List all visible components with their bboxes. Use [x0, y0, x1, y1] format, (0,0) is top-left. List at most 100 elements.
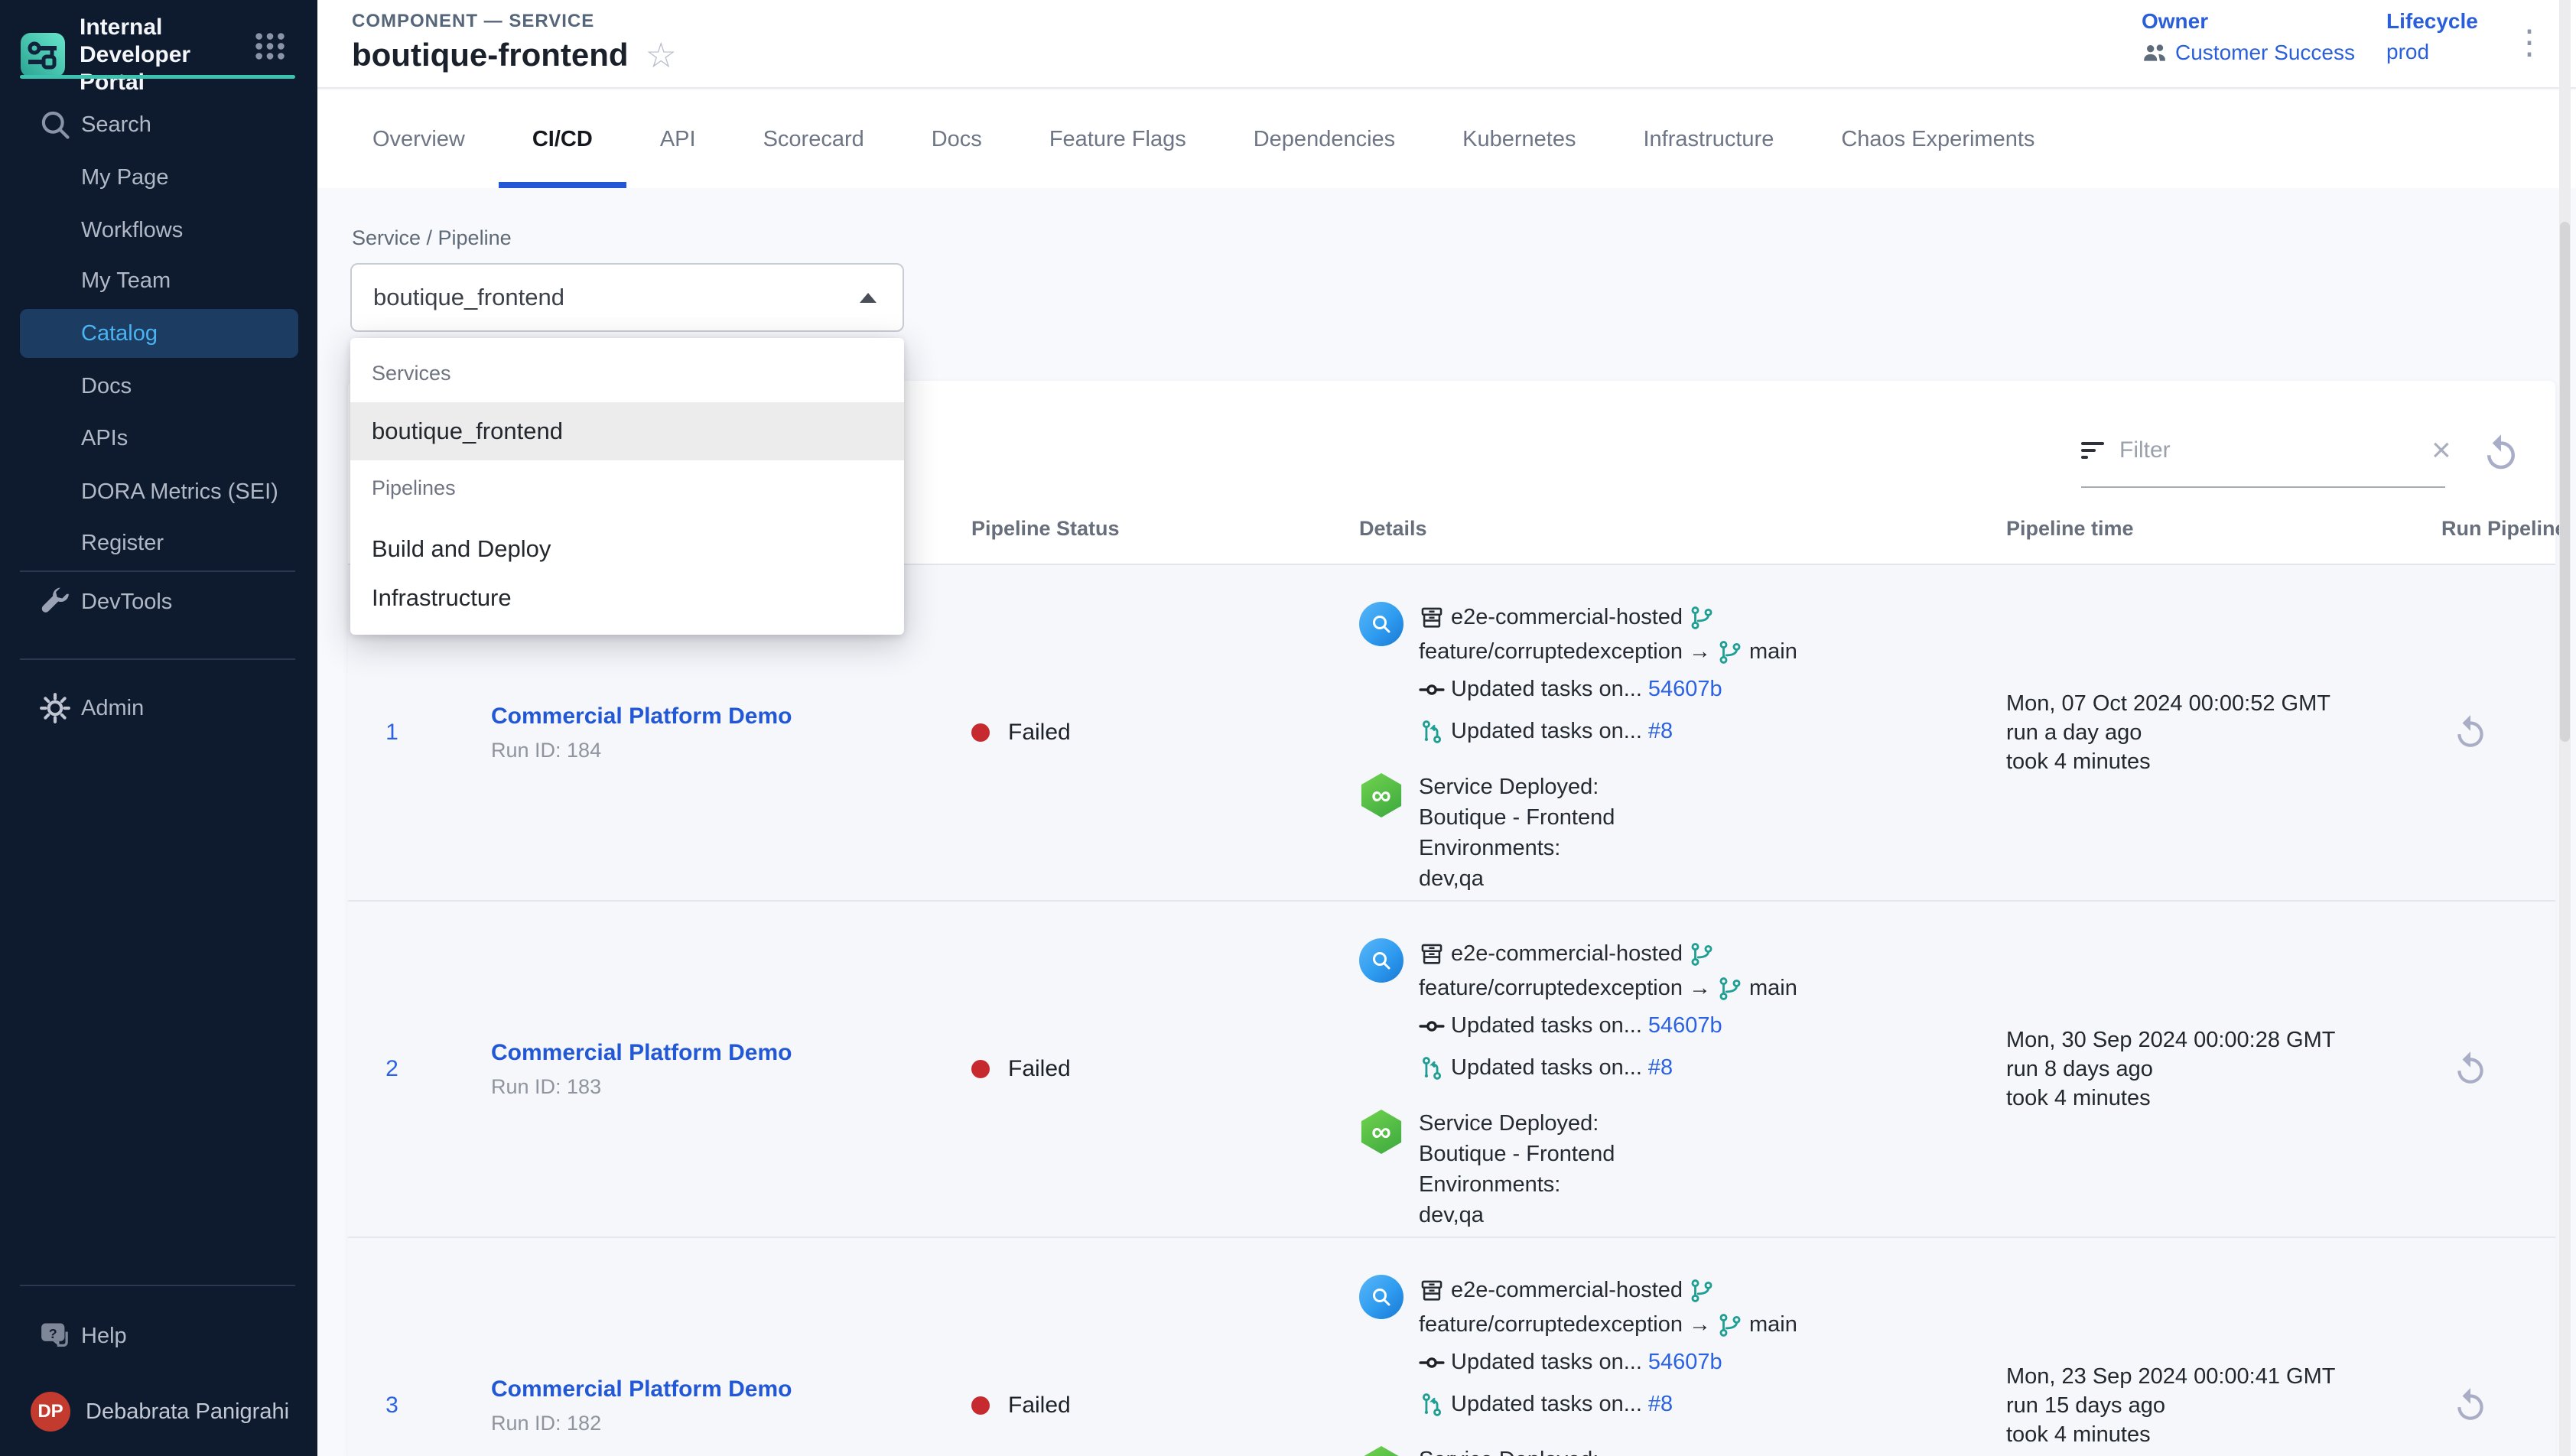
- clear-filter-icon[interactable]: ×: [2427, 435, 2456, 466]
- tab-api[interactable]: API: [626, 90, 730, 188]
- environments-value: dev,qa: [1419, 1200, 1615, 1230]
- ci-stage: e2e-commercial-hosted feature/corruptede…: [1359, 1273, 1935, 1422]
- tab-kubernetes[interactable]: Kubernetes: [1429, 90, 1609, 188]
- dropdown-option-infrastructure[interactable]: Infrastructure: [350, 583, 904, 613]
- cd-stage-icon: ∞: [1359, 1110, 1403, 1154]
- people-icon: [2142, 40, 2168, 66]
- rerun-pipeline-icon[interactable]: [2451, 713, 2490, 752]
- sidebar-item-apis[interactable]: APIs: [0, 412, 317, 464]
- app-logo-icon: [20, 32, 66, 78]
- commit-line: Updated tasks on... 54607b: [1419, 672, 1797, 707]
- environments-value: dev,qa: [1419, 863, 1615, 894]
- service-pipeline-select[interactable]: boutique_frontend: [350, 263, 904, 332]
- user-avatar[interactable]: DP: [31, 1392, 70, 1432]
- pipeline-name-link[interactable]: Commercial Platform Demo: [491, 1376, 906, 1402]
- commit-hash-link[interactable]: 54607b: [1648, 672, 1722, 707]
- pr-number-link[interactable]: #8: [1648, 1387, 1673, 1422]
- ci-stage-icon: [1359, 602, 1403, 646]
- git-branch-icon: [1689, 605, 1715, 631]
- pr-number-link[interactable]: #8: [1648, 714, 1673, 749]
- repo-line: e2e-commercial-hosted: [1419, 1273, 1797, 1308]
- favorite-star-icon[interactable]: ☆: [646, 37, 677, 73]
- filter-field[interactable]: ×: [2081, 414, 2445, 488]
- sidebar-item-workflows[interactable]: Workflows: [0, 204, 317, 256]
- failed-status-dot: [971, 723, 990, 742]
- vertical-scrollbar[interactable]: [2559, 0, 2571, 1456]
- repo-icon: [1419, 605, 1445, 631]
- cd-stage-icon: ∞: [1359, 773, 1403, 817]
- sidebar-item-docs[interactable]: Docs: [0, 360, 317, 412]
- cd-stage: ∞ Service Deployed: Boutique - Frontend …: [1359, 1445, 1935, 1456]
- cd-stage: ∞ Service Deployed: Boutique - Frontend …: [1359, 772, 1935, 894]
- tab-feature-flags[interactable]: Feature Flags: [1016, 90, 1220, 188]
- column-pipeline-status: Pipeline Status: [906, 493, 1289, 564]
- rerun-pipeline-icon[interactable]: [2451, 1386, 2490, 1425]
- tab-scorecard[interactable]: Scorecard: [730, 90, 898, 188]
- time-ago: run 8 days ago: [2006, 1055, 2379, 1084]
- sidebar-item-devtools[interactable]: DevTools: [0, 576, 317, 628]
- page-title: boutique-frontend: [352, 37, 629, 73]
- sidebar-divider: [20, 658, 295, 660]
- time-date: Mon, 07 Oct 2024 00:00:52 GMT: [2006, 689, 2379, 718]
- scrollbar-thumb[interactable]: [2560, 222, 2570, 742]
- sidebar-item-my-page[interactable]: My Page: [0, 151, 317, 203]
- ci-stage-icon: [1359, 938, 1403, 983]
- status-label: Failed: [1008, 720, 1071, 746]
- pipeline-name-link[interactable]: Commercial Platform Demo: [491, 704, 906, 730]
- tab-overview[interactable]: Overview: [339, 90, 499, 188]
- filter-input[interactable]: [2119, 437, 2415, 463]
- sidebar-item-label: Search: [81, 112, 151, 137]
- deploy-service: Boutique - Frontend: [1419, 802, 1615, 833]
- cicd-content: Service / Pipeline boutique_frontend × P…: [317, 188, 2576, 1456]
- deploy-title: Service Deployed:: [1419, 1445, 1615, 1456]
- dropdown-option-build-and-deploy[interactable]: Build and Deploy: [350, 534, 904, 564]
- tab-docs[interactable]: Docs: [898, 90, 1016, 188]
- commit-line: Updated tasks on... 54607b: [1419, 1345, 1797, 1380]
- run-id: Run ID: 183: [491, 1075, 906, 1099]
- repo-icon: [1419, 941, 1445, 967]
- service-pipeline-label: Service / Pipeline: [352, 226, 512, 250]
- deploy-title: Service Deployed:: [1419, 772, 1615, 802]
- tab-infrastructure[interactable]: Infrastructure: [1609, 90, 1807, 188]
- git-branch-icon: [1689, 1278, 1715, 1304]
- git-branch-icon: [1689, 941, 1715, 967]
- branch-line: feature/corruptedexception → main: [1419, 635, 1797, 669]
- rerun-pipeline-icon[interactable]: [2451, 1050, 2490, 1088]
- more-options-icon[interactable]: ⋮: [2511, 20, 2548, 69]
- pr-number-link[interactable]: #8: [1648, 1051, 1673, 1085]
- ci-stage-icon: [1359, 1275, 1403, 1319]
- commit-hash-link[interactable]: 54607b: [1648, 1009, 1722, 1043]
- sidebar-item-help[interactable]: ? Help: [0, 1310, 317, 1362]
- sidebar-item-register[interactable]: Register: [0, 517, 317, 569]
- sidebar-item-dora-metrics[interactable]: DORA Metrics (SEI): [0, 466, 317, 518]
- git-branch-icon: [1717, 976, 1743, 1002]
- tab-cicd[interactable]: CI/CD: [499, 90, 626, 188]
- sidebar-item-search[interactable]: Search: [0, 99, 317, 151]
- failed-status-dot: [971, 1396, 990, 1415]
- time-date: Mon, 30 Sep 2024 00:00:28 GMT: [2006, 1025, 2379, 1055]
- sidebar-item-my-team[interactable]: My Team: [0, 255, 317, 307]
- time-ago: run a day ago: [2006, 718, 2379, 747]
- refresh-icon[interactable]: [2480, 433, 2522, 474]
- time-took: took 4 minutes: [2006, 747, 2379, 776]
- time-took: took 4 minutes: [2006, 1420, 2379, 1449]
- commit-hash-link[interactable]: 54607b: [1648, 1345, 1722, 1380]
- tab-chaos-experiments[interactable]: Chaos Experiments: [1807, 90, 2068, 188]
- tab-dependencies[interactable]: Dependencies: [1220, 90, 1429, 188]
- app-switcher-icon[interactable]: [252, 28, 288, 63]
- pipeline-time-cell: Mon, 23 Sep 2024 00:00:41 GMT run 15 day…: [1935, 1238, 2379, 1456]
- pipeline-name-link[interactable]: Commercial Platform Demo: [491, 1040, 906, 1066]
- sidebar-item-catalog[interactable]: Catalog: [20, 309, 298, 358]
- app-logo-row: Internal Developer Portal: [20, 14, 233, 96]
- owner-link[interactable]: Customer Success: [2142, 40, 2355, 66]
- repo-line: e2e-commercial-hosted: [1419, 937, 1797, 971]
- run-id: Run ID: 184: [491, 739, 906, 762]
- select-value: boutique_frontend: [373, 284, 860, 311]
- repo-line: e2e-commercial-hosted: [1419, 600, 1797, 635]
- commit-icon: [1419, 1013, 1445, 1039]
- user-name[interactable]: Debabrata Panigrahi: [86, 1393, 289, 1430]
- sidebar-item-admin[interactable]: Admin: [0, 682, 317, 734]
- dropdown-option-boutique-frontend[interactable]: boutique_frontend: [350, 402, 904, 460]
- owner-label: Owner: [2142, 9, 2355, 34]
- branch-line: feature/corruptedexception → main: [1419, 971, 1797, 1006]
